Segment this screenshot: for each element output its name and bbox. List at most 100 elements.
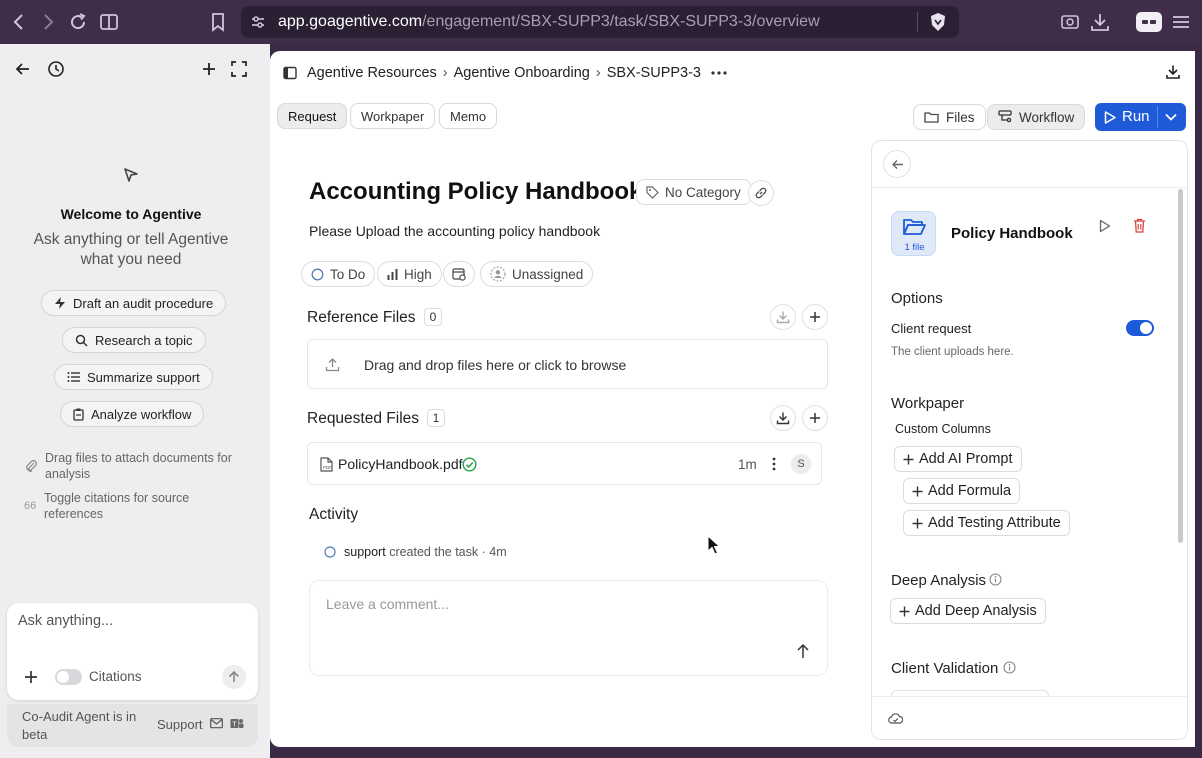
comment-box[interactable]: Leave a comment... [309,580,828,676]
tab-workpaper[interactable]: Workpaper [350,103,436,129]
submit-comment-icon[interactable] [796,643,810,659]
plus-icon [912,518,923,529]
suggestion-label: Summarize support [87,369,200,385]
folder-tile[interactable]: 1 file [891,211,936,256]
citations-label: Citations [89,669,142,684]
plus-icon [912,486,923,497]
shield-icon[interactable] [929,12,947,32]
paperclip-icon [24,459,38,473]
assignee-button[interactable]: Unassigned [480,261,594,287]
panel-back-button[interactable] [883,150,911,178]
mail-icon[interactable] [210,718,223,729]
download-all-requested-button[interactable] [770,405,796,431]
support-link[interactable]: Support [157,717,203,732]
tab-request[interactable]: Request [277,103,348,129]
reference-dropzone[interactable]: Drag and drop files here or click to bro… [307,339,828,389]
files-button[interactable]: Files [913,104,986,130]
comment-input[interactable]: Leave a comment... [326,596,449,612]
run-button[interactable]: Run [1095,103,1186,131]
panel-scrollbar[interactable] [1178,189,1183,543]
clipboard-icon [73,408,84,421]
cloud-sync-icon[interactable] [888,712,903,725]
welcome-subtitle: Ask anything or tell Agentive what you n… [33,231,229,268]
download-icon[interactable] [1089,11,1111,33]
suggestion-summarize[interactable]: Summarize support [54,364,213,390]
export-download-icon[interactable] [1165,64,1181,80]
activity-separator: · [481,545,486,559]
add-deep-analysis-button[interactable]: Add Deep Analysis [890,598,1046,624]
trash-icon[interactable] [1133,218,1146,233]
forward-arrow-icon[interactable] [37,11,59,33]
pdf-file-icon: PDF [320,457,333,472]
url-path: /engagement/SBX-SUPP3/task/SBX-SUPP3-3/o… [422,13,820,30]
priority-button[interactable]: High [377,261,442,287]
welcome-title: Welcome to Agentive [60,206,202,222]
history-icon[interactable] [47,60,65,78]
breadcrumb-item-task[interactable]: SBX-SUPP3-3 [607,65,701,81]
file-row[interactable]: PDF PolicyHandbook.pdf 1m S [307,442,822,485]
bookmark-icon[interactable] [207,11,229,33]
calendar-icon [452,267,466,281]
activity-user[interactable]: support [344,545,386,559]
beta-footer: Co-Audit Agent is in beta Support T [7,704,258,747]
more-vertical-icon[interactable] [772,457,776,471]
category-badge[interactable]: No Category [636,179,751,205]
breadcrumb-item-resources[interactable]: Agentive Resources [307,65,437,81]
info-icon[interactable] [1003,661,1016,674]
item-name[interactable]: Policy Handbook [951,225,1073,242]
expand-icon[interactable] [230,60,248,78]
download-all-reference-button[interactable] [770,304,796,330]
status-button[interactable]: To Do [301,261,376,287]
task-title[interactable]: Accounting Policy Handbook [309,178,642,206]
beta-text: Co-Audit Agent is in beta [22,709,137,742]
client-request-help: The client uploads here. [891,346,1014,358]
panel-toggle-icon[interactable] [283,66,297,80]
play-icon [1104,111,1116,124]
add-testing-attribute-button[interactable]: Add Testing Attribute [903,510,1070,536]
send-button[interactable] [222,665,246,689]
suggestion-draft-audit[interactable]: Draft an audit procedure [41,290,227,316]
new-chat-icon[interactable] [200,60,218,78]
deep-analysis-title: Deep Analysis [891,572,987,589]
more-horizontal-icon[interactable] [711,70,727,76]
reader-icon[interactable] [1059,11,1081,33]
menu-icon[interactable] [1170,11,1192,33]
back-arrow-icon[interactable] [8,11,30,33]
add-reference-file-button[interactable] [802,304,828,330]
copy-link-button[interactable] [748,180,774,206]
collapse-arrow-icon[interactable] [14,60,32,78]
teams-icon[interactable]: T [230,717,244,730]
files-label: Files [946,109,975,125]
requested-files-count: 1 [427,409,445,427]
avatar[interactable]: S [791,454,811,474]
breadcrumb-item-onboarding[interactable]: Agentive Onboarding [454,65,590,81]
mouse-cursor-icon [707,535,721,555]
address-bar[interactable]: app.goagentive.com/engagement/SBX-SUPP3/… [241,6,959,38]
client-request-toggle[interactable] [1126,320,1154,336]
wallet-icon[interactable] [1136,12,1162,32]
attach-plus-icon[interactable] [23,669,39,685]
url-text: app.goagentive.com/engagement/SBX-SUPP3/… [278,13,820,31]
chevron-down-icon[interactable] [1165,112,1177,122]
reload-icon[interactable] [67,11,89,33]
sidebar-toggle-icon[interactable] [98,11,120,33]
play-outline-icon[interactable] [1099,219,1111,233]
tab-memo[interactable]: Memo [439,103,498,129]
suggestion-analyze[interactable]: Analyze workflow [60,401,205,427]
file-name[interactable]: PolicyHandbook.pdf [338,456,463,472]
add-formula-label: Add Formula [928,483,1012,499]
chat-input[interactable]: Ask anything... [18,613,113,629]
add-requested-file-button[interactable] [802,405,828,431]
suggestion-research[interactable]: Research a topic [62,327,206,353]
workflow-button[interactable]: Workflow [987,104,1086,130]
download-icon [776,411,790,425]
citations-toggle[interactable] [55,669,82,685]
due-date-button[interactable] [443,261,475,287]
site-settings-icon[interactable] [250,14,266,30]
task-description[interactable]: Please Upload the accounting policy hand… [309,223,600,239]
add-testing-attribute-label: Add Testing Attribute [928,515,1061,531]
add-formula-button[interactable]: Add Formula [903,478,1021,504]
add-ai-prompt-button[interactable]: Add AI Prompt [894,446,1022,472]
plus-icon [899,606,910,617]
info-icon[interactable] [989,573,1002,586]
